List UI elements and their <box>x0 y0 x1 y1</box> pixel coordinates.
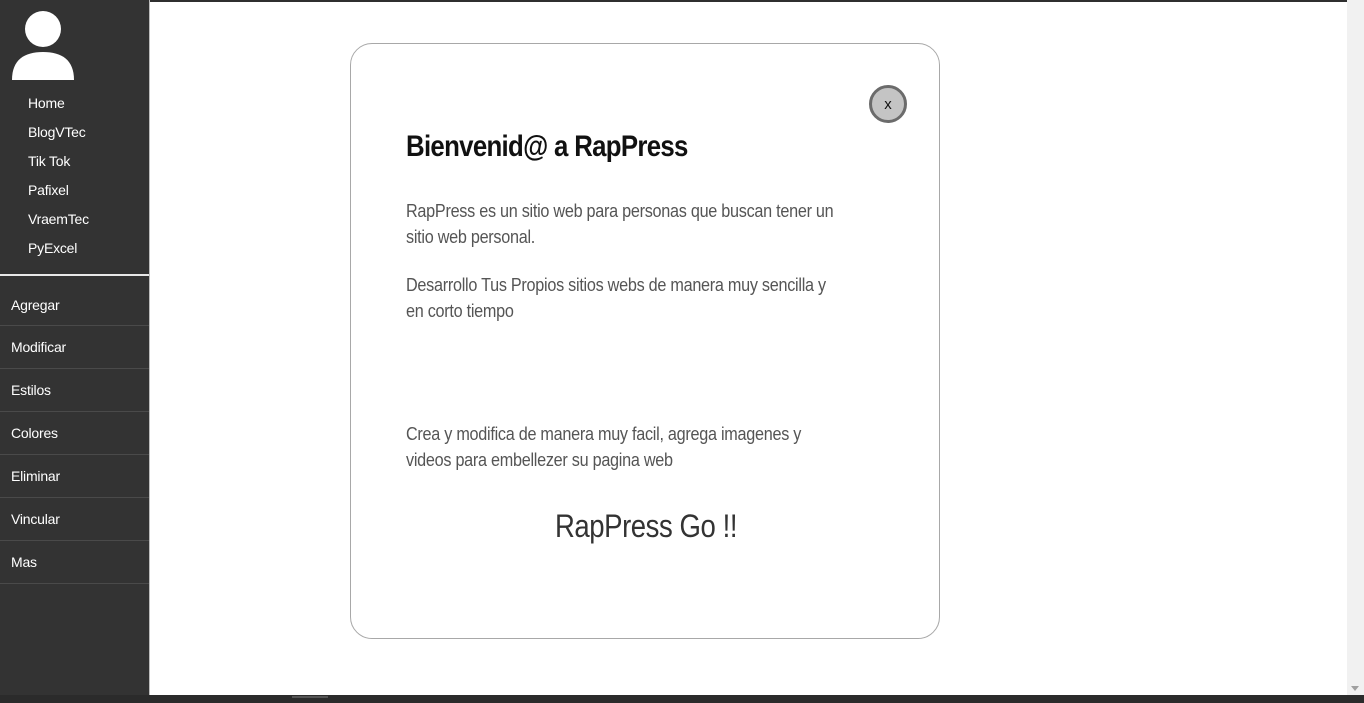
horizontal-scroll-thumb[interactable] <box>292 696 328 698</box>
sidebar-edge <box>149 0 150 703</box>
user-icon-graphic <box>12 11 74 80</box>
welcome-modal: x Bienvenid@ a RapPress RapPress es un s… <box>350 43 940 639</box>
modal-title: Bienvenid@ a RapPress <box>406 130 688 163</box>
user-icon[interactable] <box>12 10 74 82</box>
menu-item-modificar[interactable]: Modificar <box>0 326 149 369</box>
menu-item-agregar[interactable]: Agregar <box>0 284 149 326</box>
sidebar-menu: Agregar Modificar Estilos Colores Elimin… <box>0 284 149 584</box>
sidebar-link-vraemtec[interactable]: VraemTec <box>28 208 89 237</box>
menu-item-estilos[interactable]: Estilos <box>0 369 149 412</box>
sidebar-divider <box>0 274 149 276</box>
sidebar: Home BlogVTec Tik Tok Pafixel VraemTec P… <box>0 0 149 703</box>
menu-item-colores[interactable]: Colores <box>0 412 149 455</box>
modal-paragraph-create: Crea y modifica de manera muy facil, agr… <box>406 424 802 470</box>
menu-item-vincular[interactable]: Vincular <box>0 498 149 541</box>
modal-paragraph-intro: RapPress es un sitio web para personas q… <box>406 201 834 247</box>
top-border <box>0 0 1364 2</box>
menu-item-eliminar[interactable]: Eliminar <box>0 455 149 498</box>
bottom-bar <box>0 695 1364 703</box>
modal-paragraph-develop: Desarrollo Tus Propios sitios webs de ma… <box>406 275 826 321</box>
sidebar-link-tiktok[interactable]: Tik Tok <box>28 150 89 179</box>
scroll-down-arrow-icon[interactable] <box>1351 686 1359 691</box>
modal-tagline: RapPress Go !! <box>554 508 738 544</box>
sidebar-top-links: Home BlogVTec Tik Tok Pafixel VraemTec P… <box>28 92 89 266</box>
sidebar-link-pafixel[interactable]: Pafixel <box>28 179 89 208</box>
sidebar-link-blogvtec[interactable]: BlogVTec <box>28 121 89 150</box>
sidebar-link-pyexcel[interactable]: PyExcel <box>28 237 89 266</box>
close-button[interactable]: x <box>869 85 907 123</box>
sidebar-link-home[interactable]: Home <box>28 92 89 121</box>
vertical-scrollbar[interactable] <box>1347 0 1364 695</box>
menu-item-mas[interactable]: Mas <box>0 541 149 584</box>
